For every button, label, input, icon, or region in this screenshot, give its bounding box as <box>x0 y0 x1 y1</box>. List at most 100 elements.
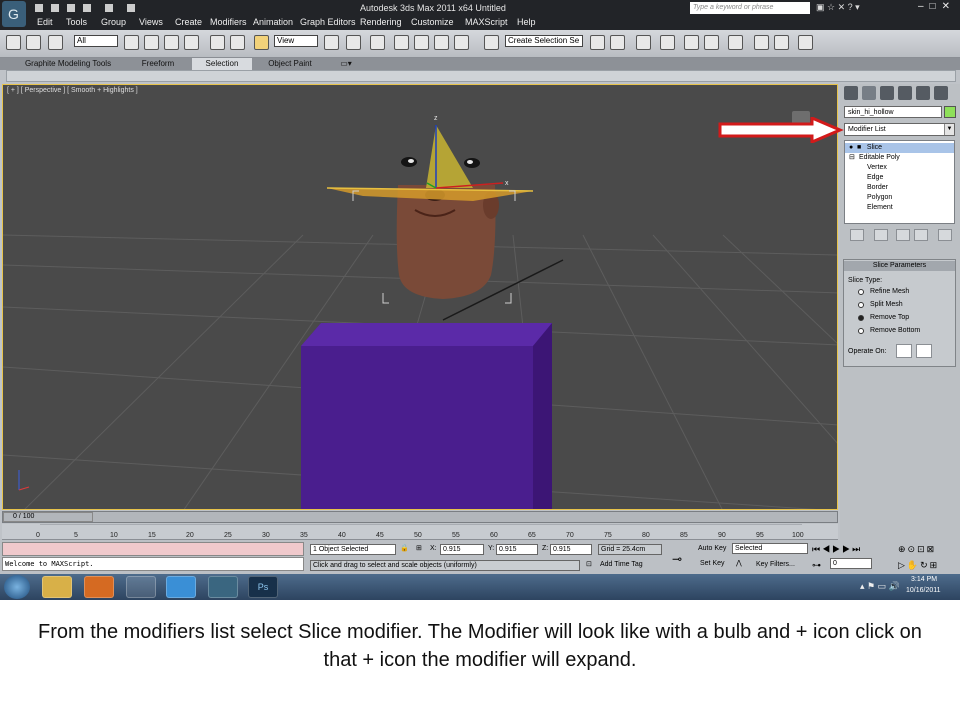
stack-item-vertex[interactable]: Vertex <box>845 163 954 173</box>
utilities-tab-icon[interactable] <box>934 86 948 100</box>
material-editor-icon[interactable] <box>728 35 743 50</box>
add-time-tag-icon[interactable]: ⊡ <box>586 560 592 568</box>
tab-graphite-modeling-tools[interactable]: Graphite Modeling Tools <box>18 58 118 70</box>
collapse-minus-icon[interactable]: ⊟ <box>849 153 857 163</box>
mirror-icon[interactable] <box>590 35 605 50</box>
infocenter-icons[interactable]: ▣ ☆ ✕ ? ▾ <box>816 2 860 13</box>
show-end-result-icon[interactable] <box>874 229 888 241</box>
playback-controls[interactable]: ⏮◀▶▶⏭ <box>812 544 862 555</box>
remove-modifier-icon[interactable] <box>914 229 928 241</box>
photoshop-taskbar-icon[interactable]: Ps <box>248 576 278 598</box>
set-key-button[interactable]: Set Key <box>700 560 725 567</box>
trackbar[interactable]: 0 5 10 15 20 25 30 35 40 45 50 55 60 65 … <box>2 524 838 540</box>
render-setup-icon[interactable] <box>754 35 769 50</box>
clock-date[interactable]: 10/16/2011 <box>906 587 941 594</box>
modifier-list-dropdown[interactable]: Modifier List ▼ <box>844 123 955 136</box>
percent-snap-icon[interactable] <box>434 35 449 50</box>
clock-time[interactable]: 3:14 PM <box>911 576 937 583</box>
time-slider-thumb[interactable] <box>3 512 93 522</box>
curve-editor-icon[interactable] <box>684 35 699 50</box>
light-bulb-icon[interactable]: ● <box>849 143 855 153</box>
named-selection-set-dropdown[interactable]: Create Selection Se <box>505 35 583 47</box>
radio-refine-mesh[interactable] <box>858 289 864 295</box>
make-unique-icon[interactable] <box>896 229 910 241</box>
radio-split-mesh[interactable] <box>858 302 864 308</box>
snap-toggle-icon[interactable] <box>394 35 409 50</box>
menu-rendering[interactable]: Rendering <box>360 17 402 27</box>
bind-space-warp-icon[interactable] <box>48 35 63 50</box>
rectangle-selection-icon[interactable] <box>164 35 179 50</box>
viewport-nav-controls-2[interactable]: ▷✋↻⊞ <box>898 560 939 571</box>
graphite-toggle-icon[interactable] <box>660 35 675 50</box>
stack-item-edge[interactable]: Edge <box>845 173 954 183</box>
tab-object-paint[interactable]: Object Paint <box>256 58 324 70</box>
stack-item-element[interactable]: Element <box>845 203 954 213</box>
keyboard-shortcut-icon[interactable] <box>370 35 385 50</box>
tab-selection[interactable]: Selection <box>192 58 252 70</box>
key-icon[interactable]: ⊸ <box>672 552 682 566</box>
menu-create[interactable]: Create <box>175 17 202 27</box>
key-mode-toggle-icon[interactable]: ⊶ <box>812 560 821 571</box>
stack-item-editable-poly[interactable]: ⊟ Editable Poly <box>845 153 954 163</box>
menu-graph-editors[interactable]: Graph Editors <box>300 17 356 27</box>
y-coordinate-field[interactable]: 0.915 <box>496 544 538 555</box>
current-frame-field[interactable]: 0 <box>830 558 872 569</box>
stack-item-border[interactable]: Border <box>845 183 954 193</box>
select-object-icon[interactable] <box>124 35 139 50</box>
viewport-label[interactable]: [ + ] [ Perspective ] [ Smooth + Highlig… <box>7 87 138 94</box>
app-taskbar-icon[interactable] <box>126 576 156 598</box>
x-coordinate-field[interactable]: 0.915 <box>440 544 484 555</box>
rollout-header[interactable]: Slice Parameters <box>844 261 955 271</box>
radio-remove-top[interactable] <box>858 315 864 321</box>
auto-key-button[interactable]: Auto Key <box>698 545 726 552</box>
radio-remove-bottom[interactable] <box>858 328 864 334</box>
viewport-nav-controls[interactable]: ⊕⊙⊡⊠ <box>898 544 936 555</box>
menu-maxscript[interactable]: MAXScript <box>465 17 508 27</box>
menu-animation[interactable]: Animation <box>253 17 293 27</box>
window-crossing-icon[interactable] <box>184 35 199 50</box>
explorer-taskbar-icon[interactable] <box>42 576 72 598</box>
ribbon-options-icon[interactable]: ▭▾ <box>336 58 356 70</box>
absolute-mode-icon[interactable]: ⊞ <box>416 544 422 552</box>
select-by-name-icon[interactable] <box>144 35 159 50</box>
unlink-icon[interactable] <box>26 35 41 50</box>
3dsmax-taskbar-icon[interactable] <box>208 576 238 598</box>
motion-tab-icon[interactable] <box>898 86 912 100</box>
quick-access-toolbar-icons[interactable] <box>35 2 145 14</box>
pin-stack-icon[interactable] <box>850 229 864 241</box>
spinner-snap-icon[interactable] <box>454 35 469 50</box>
menu-tools[interactable]: Tools <box>66 17 87 27</box>
display-tab-icon[interactable] <box>916 86 930 100</box>
app-logo-icon[interactable]: G <box>2 1 26 27</box>
chevron-down-icon[interactable]: ▼ <box>944 124 954 135</box>
rendered-frame-window-icon[interactable] <box>774 35 789 50</box>
selection-filter-dropdown[interactable]: All <box>74 35 118 47</box>
z-coordinate-field[interactable]: 0.915 <box>550 544 592 555</box>
render-production-icon[interactable] <box>798 35 813 50</box>
stack-item-polygon[interactable]: Polygon <box>845 193 954 203</box>
move-icon[interactable] <box>210 35 225 50</box>
purple-box-object[interactable] <box>301 323 552 510</box>
select-manipulate-icon[interactable] <box>346 35 361 50</box>
rotate-icon[interactable] <box>230 35 245 50</box>
reference-coordinate-dropdown[interactable]: View <box>274 35 318 47</box>
tray-icons[interactable]: ▴ ⚑ ▭ 🔊 <box>860 581 900 592</box>
hierarchy-tab-icon[interactable] <box>880 86 894 100</box>
head-model[interactable] <box>396 185 499 299</box>
media-player-taskbar-icon[interactable] <box>84 576 114 598</box>
start-button-icon[interactable] <box>4 575 30 599</box>
stack-item-slice[interactable]: ● ■ Slice <box>845 143 954 153</box>
lock-icon[interactable]: 🔒 <box>400 544 409 552</box>
schematic-view-icon[interactable] <box>704 35 719 50</box>
key-mode-dropdown[interactable]: Selected <box>732 543 808 554</box>
configure-sets-icon[interactable] <box>938 229 952 241</box>
menu-group[interactable]: Group <box>101 17 126 27</box>
menu-help[interactable]: Help <box>517 17 536 27</box>
edit-named-selection-icon[interactable] <box>484 35 499 50</box>
link-icon[interactable] <box>6 35 21 50</box>
window-controls[interactable]: –□✕ <box>918 1 956 12</box>
modify-tab-icon[interactable] <box>862 86 876 100</box>
key-filters-button[interactable]: Key Filters... <box>756 561 795 568</box>
expand-plus-icon[interactable]: ■ <box>857 143 865 153</box>
quick-access-icons[interactable] <box>35 2 145 16</box>
